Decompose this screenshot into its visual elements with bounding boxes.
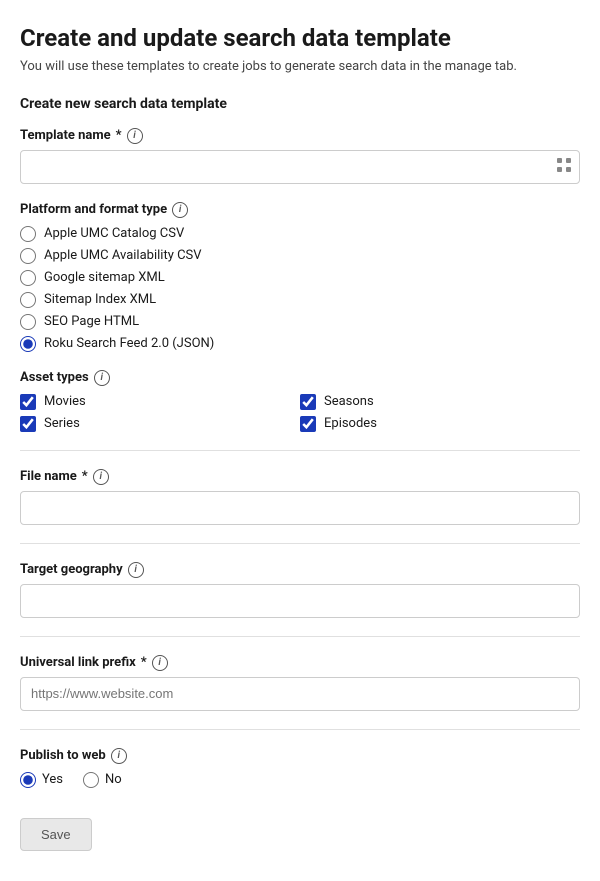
asset-types-grid: Movies Seasons Series Episodes	[20, 394, 580, 432]
target-geography-label: Target geography i	[20, 562, 580, 578]
asset-type-series-label: Series	[44, 416, 80, 431]
template-name-input-wrapper	[20, 150, 580, 184]
platform-option-sitemap-index-xml[interactable]: Sitemap Index XML	[20, 292, 580, 308]
file-name-label: File name * i	[20, 469, 580, 485]
page-subtitle: You will use these templates to create j…	[20, 59, 580, 74]
target-geography-label-text: Target geography	[20, 562, 123, 577]
asset-type-series-checkbox[interactable]	[20, 416, 36, 432]
universal-link-prefix-info-icon[interactable]: i	[152, 655, 168, 671]
platform-label-text: Platform and format type	[20, 202, 167, 217]
platform-radio-label-roku-search-feed: Roku Search Feed 2.0 (JSON)	[44, 336, 214, 351]
platform-label: Platform and format type i	[20, 202, 580, 218]
asset-type-movies[interactable]: Movies	[20, 394, 300, 410]
asset-types-label: Asset types i	[20, 370, 580, 386]
asset-type-movies-checkbox[interactable]	[20, 394, 36, 410]
divider-3	[20, 636, 580, 637]
platform-radio-sitemap-index-xml[interactable]	[20, 292, 36, 308]
platform-radio-roku-search-feed[interactable]	[20, 336, 36, 352]
divider-2	[20, 543, 580, 544]
universal-link-prefix-label-text: Universal link prefix	[20, 655, 136, 670]
publish-no-label: No	[105, 772, 122, 787]
platform-radio-apple-umc-availability[interactable]	[20, 248, 36, 264]
template-name-input[interactable]	[20, 150, 580, 184]
platform-radio-seo-page-html[interactable]	[20, 314, 36, 330]
file-name-required: *	[82, 469, 88, 484]
target-geography-group: Target geography i	[20, 562, 580, 618]
file-name-info-icon[interactable]: i	[93, 469, 109, 485]
platform-option-apple-umc-availability[interactable]: Apple UMC Availability CSV	[20, 248, 580, 264]
file-name-label-text: File name	[20, 469, 77, 484]
platform-radio-label-seo-page-html: SEO Page HTML	[44, 314, 139, 329]
template-name-grid-icon	[556, 157, 572, 177]
publish-to-web-group: Publish to web i Yes No	[20, 748, 580, 788]
publish-to-web-label: Publish to web i	[20, 748, 580, 764]
target-geography-info-icon[interactable]: i	[128, 562, 144, 578]
divider-4	[20, 729, 580, 730]
publish-no-radio[interactable]	[83, 772, 99, 788]
universal-link-prefix-input[interactable]	[20, 677, 580, 711]
publish-yes-option[interactable]: Yes	[20, 772, 63, 788]
template-name-info-icon[interactable]: i	[127, 128, 143, 144]
template-name-label-text: Template name	[20, 128, 111, 143]
publish-no-option[interactable]: No	[83, 772, 122, 788]
platform-option-google-sitemap-xml[interactable]: Google sitemap XML	[20, 270, 580, 286]
page-title: Create and update search data template	[20, 24, 580, 53]
asset-type-episodes-checkbox[interactable]	[300, 416, 316, 432]
platform-radio-label-apple-umc-catalog: Apple UMC Catalog CSV	[44, 226, 184, 241]
asset-types-label-text: Asset types	[20, 370, 89, 385]
universal-link-prefix-required: *	[141, 655, 147, 670]
asset-type-seasons-label: Seasons	[324, 394, 374, 409]
asset-type-seasons[interactable]: Seasons	[300, 394, 580, 410]
platform-radio-label-apple-umc-availability: Apple UMC Availability CSV	[44, 248, 202, 263]
publish-yes-radio[interactable]	[20, 772, 36, 788]
asset-types-group: Asset types i Movies Seasons Series Epis…	[20, 370, 580, 432]
platform-option-apple-umc-catalog[interactable]: Apple UMC Catalog CSV	[20, 226, 580, 242]
template-name-label: Template name * i	[20, 128, 580, 144]
publish-to-web-label-text: Publish to web	[20, 748, 106, 763]
divider-1	[20, 450, 580, 451]
template-name-required: *	[116, 128, 122, 143]
publish-options: Yes No	[20, 772, 580, 788]
publish-yes-label: Yes	[42, 772, 63, 787]
platform-radio-label-google-sitemap-xml: Google sitemap XML	[44, 270, 165, 285]
section-create-title: Create new search data template	[20, 96, 580, 112]
platform-option-roku-search-feed[interactable]: Roku Search Feed 2.0 (JSON)	[20, 336, 580, 352]
publish-to-web-info-icon[interactable]: i	[111, 748, 127, 764]
platform-radio-google-sitemap-xml[interactable]	[20, 270, 36, 286]
platform-info-icon[interactable]: i	[172, 202, 188, 218]
asset-type-episodes-label: Episodes	[324, 416, 377, 431]
platform-option-seo-page-html[interactable]: SEO Page HTML	[20, 314, 580, 330]
asset-type-episodes[interactable]: Episodes	[300, 416, 580, 432]
universal-link-prefix-label: Universal link prefix * i	[20, 655, 580, 671]
universal-link-prefix-group: Universal link prefix * i	[20, 655, 580, 711]
file-name-group: File name * i	[20, 469, 580, 525]
asset-type-movies-label: Movies	[44, 394, 86, 409]
file-name-input[interactable]	[20, 491, 580, 525]
asset-type-series[interactable]: Series	[20, 416, 300, 432]
platform-radio-label-sitemap-index-xml: Sitemap Index XML	[44, 292, 156, 307]
asset-types-info-icon[interactable]: i	[94, 370, 110, 386]
platform-radio-apple-umc-catalog[interactable]	[20, 226, 36, 242]
asset-type-seasons-checkbox[interactable]	[300, 394, 316, 410]
save-button[interactable]: Save	[20, 818, 92, 851]
target-geography-input[interactable]	[20, 584, 580, 618]
platform-group: Platform and format type i Apple UMC Cat…	[20, 202, 580, 352]
template-name-group: Template name * i	[20, 128, 580, 184]
